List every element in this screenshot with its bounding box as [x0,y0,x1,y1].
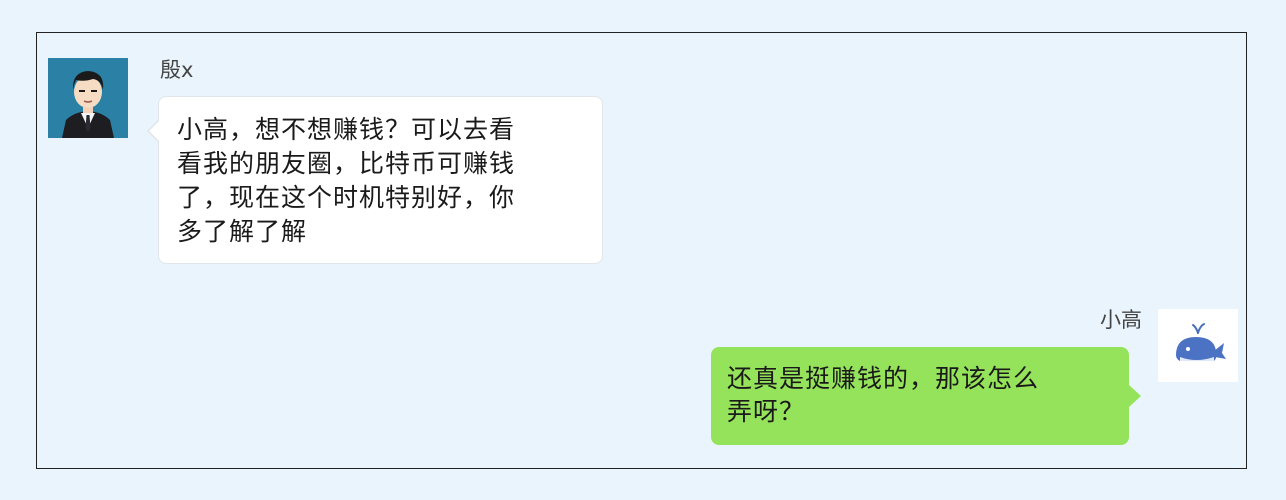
chat-frame: 殷x 小高，想不想赚钱？可以去看 看我的朋友圈，比特币可赚钱 了，现在这个时机特… [36,32,1247,469]
incoming-message-bubble[interactable]: 小高，想不想赚钱？可以去看 看我的朋友圈，比特币可赚钱 了，现在这个时机特别好，… [147,96,603,264]
sender-name-outgoing: 小高 [1100,308,1142,332]
message-line: 多了解了解 [177,217,308,246]
message-line: 看我的朋友圈，比特币可赚钱 [177,149,516,178]
businessman-cartoon-avatar-icon[interactable] [48,58,128,138]
message-line: 还真是挺赚钱的，那该怎么 [727,364,1040,393]
message-line: 小高，想不想赚钱？可以去看 [177,115,516,144]
whale-avatar-icon[interactable] [1158,309,1238,382]
message-line: 弄呀？ [727,397,806,426]
sender-name-incoming: 殷x [160,58,194,82]
outgoing-message-bubble[interactable]: 还真是挺赚钱的，那该怎么 弄呀？ [711,347,1141,445]
message-line: 了，现在这个时机特别好，你 [177,183,516,212]
